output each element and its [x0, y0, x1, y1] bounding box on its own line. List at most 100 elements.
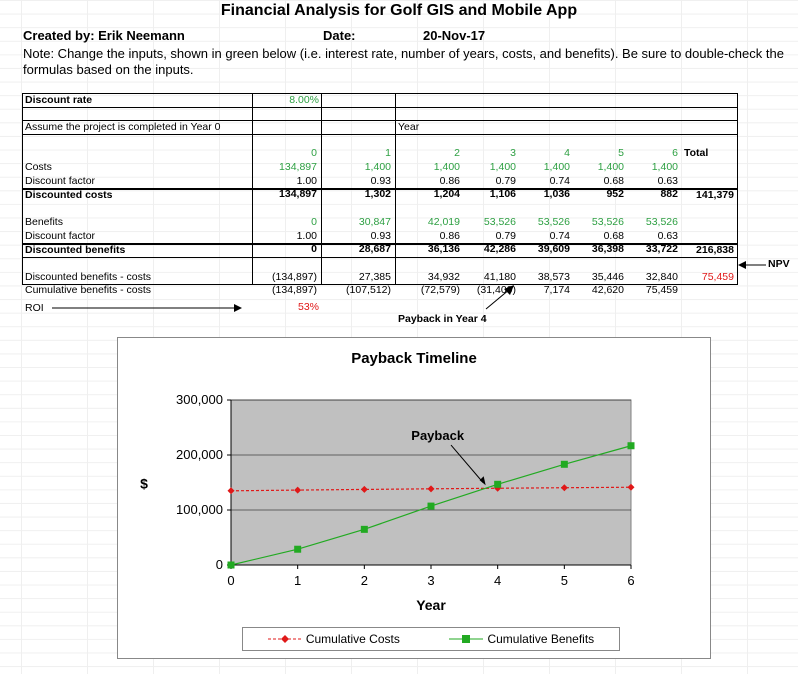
- year-header[interactable]: 0: [253, 147, 317, 160]
- x-tick-label: 1: [294, 573, 301, 588]
- df-costs-cell: 0.79: [495, 175, 516, 187]
- df-costs-cell: 0.93: [370, 175, 391, 187]
- dbc-cell: 38,573: [537, 271, 570, 283]
- year-header[interactable]: 5: [574, 147, 624, 160]
- df-costs-cell: 0.74: [549, 175, 570, 187]
- npv-value: 75,459: [701, 271, 734, 283]
- dbc-cell: 35,446: [591, 271, 624, 283]
- disc-costs-cell: 134,897: [279, 188, 317, 200]
- df-benefits-cell: 0.63: [657, 230, 678, 242]
- disc-benefits-total: 216,838: [696, 244, 734, 256]
- cbc-cell: (72,579): [420, 284, 460, 296]
- disc-benefits-cell: 39,609: [537, 243, 570, 255]
- y-tick-label: 300,000: [176, 392, 223, 407]
- total-label: Total: [684, 147, 709, 159]
- df-costs-cell: 0.86: [439, 175, 460, 187]
- df-benefits-label: Discount factor: [25, 230, 96, 242]
- npv-label: NPV: [768, 258, 790, 270]
- cbc-cell: (134,897): [272, 284, 317, 296]
- year-header[interactable]: 4: [520, 147, 570, 160]
- benefits-cell[interactable]: 53,526: [520, 216, 570, 229]
- discount-rate-label: Discount rate: [25, 94, 93, 106]
- y-axis-label: $: [140, 476, 148, 492]
- dbc-cell: 32,840: [645, 271, 678, 283]
- payback-note-arrow-icon: [485, 285, 514, 310]
- benefits-cell[interactable]: 53,526: [628, 216, 678, 229]
- costs-cell[interactable]: 134,897: [253, 161, 317, 174]
- year-header[interactable]: 1: [323, 147, 391, 160]
- roi-value: 53%: [297, 301, 319, 313]
- x-tick-label: 5: [561, 573, 568, 588]
- costs-cell[interactable]: 1,400: [464, 161, 516, 174]
- roi-arrow-icon: [52, 304, 242, 312]
- x-tick-label: 4: [494, 573, 501, 588]
- disc-benefits-cell: 0: [311, 243, 317, 255]
- discount-rate-input[interactable]: 8.00%: [254, 94, 319, 107]
- disc-costs-cell: 1,302: [364, 188, 391, 200]
- data-point: [627, 442, 635, 450]
- year-label: Year: [398, 121, 420, 133]
- x-tick-label: 2: [361, 573, 368, 588]
- financial-table: Discount rate 8.00% Assume the project i…: [22, 93, 738, 296]
- data-point: [560, 460, 568, 468]
- x-tick-label: 3: [427, 573, 434, 588]
- page-title: Financial Analysis for Golf GIS and Mobi…: [220, 2, 578, 19]
- cbc-label: Cumulative benefits - costs: [25, 284, 152, 296]
- data-point: [360, 525, 368, 533]
- year-header[interactable]: 6: [628, 147, 678, 160]
- data-point: [227, 561, 235, 569]
- data-point: [427, 502, 435, 510]
- disc-benefits-cell: 42,286: [483, 243, 516, 255]
- disc-benefits-label: Discounted benefits: [25, 244, 126, 256]
- date-value[interactable]: 20-Nov-17: [423, 28, 485, 43]
- chart-canvas: 0 100,000 200,000 300,000 0 1 2 3 4 5 6 Year $ Paybac…: [140, 392, 635, 613]
- df-costs-label: Discount factor: [25, 175, 96, 187]
- costs-cell[interactable]: 1,400: [628, 161, 678, 174]
- df-benefits-cell: 0.93: [370, 230, 391, 242]
- y-tick-label: 200,000: [176, 447, 223, 462]
- x-tick-label: 6: [627, 573, 634, 588]
- df-benefits-cell: 0.74: [549, 230, 570, 242]
- plot-area: [230, 399, 632, 566]
- x-axis-label: Year: [416, 597, 446, 613]
- x-tick-label: 0: [227, 573, 234, 588]
- disc-costs-cell: 1,204: [433, 188, 460, 200]
- df-benefits-cell: 0.68: [603, 230, 624, 242]
- cbc-cell: 7,174: [543, 284, 570, 296]
- data-point: [494, 480, 502, 488]
- benefits-cell[interactable]: 30,847: [323, 216, 391, 229]
- chart-legend: Cumulative Costs Cumulative Benefits: [242, 627, 620, 651]
- note-text: Note: Change the inputs, shown in green …: [23, 46, 784, 77]
- df-benefits-cell: 1.00: [296, 230, 317, 242]
- disc-benefits-cell: 28,687: [358, 243, 391, 255]
- legend-item-benefits: Cumulative Benefits: [449, 632, 594, 646]
- costs-cell[interactable]: 1,400: [323, 161, 391, 174]
- created-by-label: Created by: Erik Neemann: [23, 28, 185, 43]
- benefits-cell[interactable]: 42,019: [396, 216, 460, 229]
- benefits-cell[interactable]: 53,526: [464, 216, 516, 229]
- cbc-cell: 75,459: [645, 284, 678, 296]
- disc-costs-label: Discounted costs: [25, 189, 113, 201]
- dbc-label: Discounted benefits - costs: [25, 271, 152, 283]
- df-costs-cell: 0.68: [603, 175, 624, 187]
- payback-chart[interactable]: Payback Timeline 0 100,000 200,000 300,000 0…: [117, 337, 711, 659]
- benefits-cell[interactable]: 0: [253, 216, 317, 229]
- data-point: [294, 545, 302, 553]
- df-costs-cell: 0.63: [657, 175, 678, 187]
- year-header[interactable]: 2: [396, 147, 460, 160]
- disc-costs-cell: 1,036: [543, 188, 570, 200]
- costs-cell[interactable]: 1,400: [396, 161, 460, 174]
- payback-note: Payback in Year 4: [398, 313, 487, 325]
- y-tick-label: 0: [216, 557, 223, 572]
- costs-cell[interactable]: 1,400: [574, 161, 624, 174]
- dbc-cell: 27,385: [358, 271, 391, 283]
- y-tick-label: 100,000: [176, 502, 223, 517]
- benefits-cell[interactable]: 53,526: [574, 216, 624, 229]
- disc-costs-cell: 882: [660, 188, 678, 200]
- legend-label-benefits: Cumulative Benefits: [487, 632, 595, 646]
- costs-cell[interactable]: 1,400: [520, 161, 570, 174]
- year-header[interactable]: 3: [464, 147, 516, 160]
- cbc-cell: 42,620: [591, 284, 624, 296]
- costs-label: Costs: [25, 161, 52, 173]
- disc-costs-cell: 1,106: [489, 188, 516, 200]
